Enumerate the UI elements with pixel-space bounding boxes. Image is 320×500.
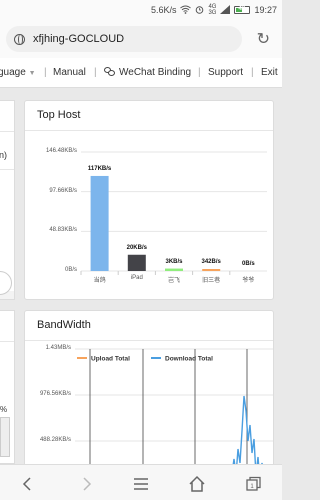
y-tick-label: 1.43MB/s	[45, 345, 71, 351]
left-panel-stub-2: %	[0, 310, 15, 464]
x-tick-label: 旧三巷	[202, 278, 221, 284]
alarm-icon	[195, 5, 204, 16]
bar[interactable]	[90, 175, 109, 271]
url-text: xfjhing-GOCLOUD	[33, 33, 125, 45]
manual-link[interactable]: Manual	[53, 67, 86, 78]
bar[interactable]	[165, 268, 183, 271]
browser-address-bar: xfjhing-GOCLOUD ↻	[0, 20, 282, 58]
nav-separator: |	[198, 67, 201, 78]
nav-separator: |	[94, 67, 97, 78]
bandwidth-chart: Upload Total Download Total 1.43MB/s 976.5…	[25, 341, 273, 479]
exit-link[interactable]: Exit	[261, 67, 278, 78]
x-tick-label: 当鸽	[93, 278, 106, 284]
left-panel-stub: n)	[0, 100, 15, 300]
back-icon[interactable]	[18, 474, 38, 494]
support-link[interactable]: Support	[208, 67, 243, 78]
bandwidth-svg: Upload Total Download Total	[75, 348, 273, 479]
x-tick-label: 岂飞	[167, 278, 180, 284]
status-bar: 5.6K/s 4G 3G 42 19:27	[0, 0, 282, 20]
data-label: 0B/s	[242, 261, 255, 267]
x-tick-label: 爷爷	[242, 278, 255, 284]
battery-level: 42	[238, 6, 246, 12]
signal-bars-icon	[220, 4, 231, 16]
app-nav: guage ▼ | Manual | WeChat Binding | Supp…	[0, 58, 282, 88]
bandwidth-panel: BandWidth Upload Total Download Total 1.4…	[24, 310, 274, 480]
bar[interactable]	[127, 254, 146, 271]
data-label: 3KB/s	[165, 258, 183, 265]
svg-text:1: 1	[250, 484, 254, 490]
y-tick-label: 976.56KB/s	[39, 391, 71, 397]
menu-icon[interactable]	[131, 474, 151, 494]
top-host-panel: Top Host 146.48KB/s 97.66KB/s 48.83KB/s 0B/…	[24, 100, 274, 300]
battery-icon: 42	[234, 6, 251, 14]
left-panel-gauge	[0, 417, 10, 457]
x-tick-label: iPad	[130, 275, 143, 281]
globe-icon	[14, 33, 25, 45]
nav-separator: |	[251, 67, 254, 78]
wechat-icon	[104, 67, 115, 76]
signal-icon: 4G 3G	[208, 4, 216, 16]
wechat-label: WeChat Binding	[119, 67, 192, 78]
home-icon[interactable]	[187, 474, 207, 494]
clock: 19:27	[254, 5, 277, 15]
tabs-icon[interactable]: 1	[243, 474, 263, 494]
y-tick-label: 48.83KB/s	[49, 227, 77, 234]
wechat-binding-link[interactable]: WeChat Binding	[104, 67, 191, 78]
legend-label: Download Total	[165, 356, 213, 363]
y-tick-label: 0B/s	[64, 267, 77, 273]
left-panel-text: n)	[0, 150, 8, 160]
reload-icon[interactable]: ↻	[257, 29, 270, 49]
data-label: 342B/s	[201, 259, 221, 265]
net-speed: 5.6K/s	[150, 5, 177, 15]
forward-icon[interactable]	[76, 474, 96, 494]
chevron-down-icon: ▼	[28, 70, 36, 77]
left-panel-text-2: %	[0, 405, 8, 414]
y-tick-label: 146.48KB/s	[45, 148, 77, 154]
bar[interactable]	[202, 269, 221, 271]
url-field[interactable]: xfjhing-GOCLOUD	[6, 26, 242, 52]
data-label: 20KB/s	[126, 244, 147, 251]
y-tick-label: 97.66KB/s	[49, 187, 77, 194]
y-tick-label: 488.28KB/s	[39, 437, 71, 443]
panel-title: BandWidth	[25, 311, 273, 341]
legend-item[interactable]: Upload Total	[77, 356, 130, 363]
panel-title: Top Host	[25, 101, 273, 131]
language-select[interactable]: guage ▼	[0, 67, 36, 78]
legend-item[interactable]: Download Total	[151, 356, 213, 363]
language-label: guage	[0, 67, 26, 78]
nav-separator: |	[44, 67, 47, 78]
wifi-icon	[180, 5, 192, 16]
top-host-chart: 146.48KB/s 97.66KB/s 48.83KB/s 0B/s 117KB/s 当…	[25, 131, 273, 299]
browser-bottom-bar: 1	[0, 464, 282, 500]
signal-label-2: 3G	[208, 10, 217, 16]
data-label: 117KB/s	[87, 165, 112, 172]
legend-label: Upload Total	[91, 356, 130, 363]
